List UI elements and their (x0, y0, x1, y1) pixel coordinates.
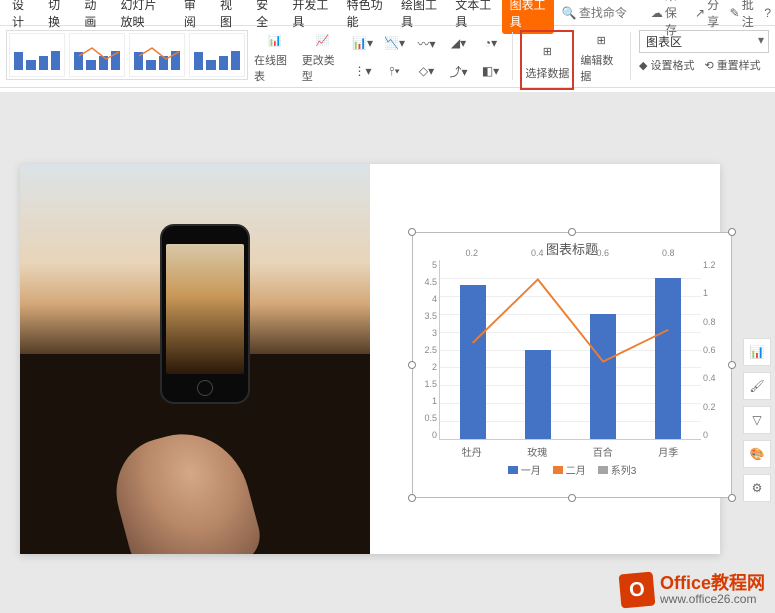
tab-dev[interactable]: 开发工具 (284, 0, 336, 34)
highlight-annotation: ⊞ 选择数据 (520, 30, 574, 90)
chart-color-button[interactable]: 🎨 (743, 440, 771, 468)
search-box[interactable]: 🔍 (562, 6, 649, 20)
chart-elements-icon: 📊 (750, 345, 765, 359)
resize-handle[interactable] (728, 228, 736, 236)
line-series[interactable] (440, 260, 701, 419)
edit-data-button[interactable]: ⊞ 编辑数据 (580, 30, 622, 84)
x-axis-top: 0.20.40.60.8 (439, 248, 701, 258)
watermark: O Office教程网 www.office26.com (620, 573, 765, 607)
plot (439, 260, 701, 440)
line-chart-icon[interactable]: 〰▾ (414, 30, 440, 56)
tab-security[interactable]: 安全 (248, 0, 282, 34)
tab-design[interactable]: 设计 (4, 0, 38, 34)
chart-side-tools: 📊 🖌 ▽ 🎨 ⚙ (743, 338, 771, 502)
tab-special[interactable]: 特色功能 (339, 0, 391, 34)
canvas-area: 图表标题 0.20.40.60.8 54.543.532.521.510.50 … (0, 92, 775, 613)
watermark-title: Office教程网 (660, 574, 765, 594)
ribbon: 📊 在线图表 📈 更改类型 📊▾ 📉▾ 〰▾ ◢▾ ◔▾ ⋮▾ ⫯▾ ◇▾ ⤴▾… (0, 26, 775, 88)
tab-draw[interactable]: 绘图工具 (393, 0, 445, 34)
chart-settings-button[interactable]: ⚙ (743, 474, 771, 502)
resize-handle[interactable] (568, 228, 576, 236)
resize-handle[interactable] (568, 494, 576, 502)
online-chart-icon: 📊 (263, 30, 287, 50)
search-input[interactable] (579, 6, 649, 20)
watermark-logo: O (619, 572, 656, 609)
reset-style-button[interactable]: ⟲ 重置样式 (704, 57, 760, 73)
slide[interactable]: 图表标题 0.20.40.60.8 54.543.532.521.510.50 … (20, 164, 720, 554)
x-axis-labels: 牡丹玫瑰百合月季 (439, 442, 701, 460)
column-chart-icon[interactable]: 📉▾ (382, 30, 408, 56)
style-thumb-2[interactable] (69, 33, 125, 77)
brush-icon: 🖌 (749, 379, 764, 393)
chart-filter-button[interactable]: ▽ (743, 406, 771, 434)
tab-review[interactable]: 审阅 (176, 0, 210, 34)
chart-styles-gallery[interactable] (6, 30, 248, 80)
chart-elements-button[interactable]: 📊 (743, 338, 771, 366)
gear-icon: ⚙ (752, 481, 763, 495)
change-type-icon: 📈 (311, 30, 335, 50)
watermark-url: www.office26.com (660, 593, 765, 606)
style-thumb-4[interactable] (189, 33, 245, 77)
resize-handle[interactable] (728, 361, 736, 369)
tab-bar: 设计 切换 动画 幻灯片放映 审阅 视图 安全 开发工具 特色功能 绘图工具 文… (0, 0, 775, 26)
separator (630, 32, 631, 80)
radar-chart-icon[interactable]: ◇▾ (414, 58, 440, 84)
change-type-button[interactable]: 📈 更改类型 (302, 30, 344, 84)
share-button[interactable]: ↗ 分享 (695, 0, 720, 30)
comment-button[interactable]: ✎ 批注 (730, 0, 755, 30)
style-thumb-3[interactable] (129, 33, 185, 77)
resize-handle[interactable] (728, 494, 736, 502)
help-button[interactable]: ? (764, 6, 771, 20)
resize-handle[interactable] (408, 228, 416, 236)
style-thumb-1[interactable] (9, 33, 65, 77)
chart-type-minis: 📊▾ 📉▾ 〰▾ ◢▾ ◔▾ ⋮▾ ⫯▾ ◇▾ ⤴▾ ◧▾ (350, 30, 504, 84)
edit-data-icon: ⊞ (589, 30, 613, 50)
scatter-chart-icon[interactable]: ⋮▾ (350, 58, 376, 84)
chart-styles-button[interactable]: 🖌 (743, 372, 771, 400)
y-axis-right: 1.210.80.60.40.20 (703, 260, 725, 440)
select-data-icon: ⊞ (535, 39, 559, 63)
tab-chart-tools[interactable]: 图表工具 (502, 0, 554, 34)
tab-view[interactable]: 视图 (212, 0, 246, 34)
online-chart-button[interactable]: 📊 在线图表 (254, 30, 296, 84)
tab-slideshow[interactable]: 幻灯片放映 (112, 0, 173, 34)
chart-object[interactable]: 图表标题 0.20.40.60.8 54.543.532.521.510.50 … (412, 232, 732, 498)
resize-handle[interactable] (408, 494, 416, 502)
tab-text[interactable]: 文本工具 (447, 0, 499, 34)
chart-legend[interactable]: 一月 二月 系列3 (413, 460, 731, 479)
search-icon: 🔍 (562, 6, 577, 20)
bar-chart-icon[interactable]: 📊▾ (350, 30, 376, 56)
ribbon-right-group: 图表区 ◆ 设置格式 ⟲ 重置样式 (639, 30, 769, 73)
stock-chart-icon[interactable]: ⫯▾ (382, 58, 408, 84)
tab-animation[interactable]: 动画 (76, 0, 110, 34)
combo-chart-icon[interactable]: ◧▾ (478, 58, 504, 84)
chart-plot-area[interactable]: 0.20.40.60.8 54.543.532.521.510.50 1.210… (439, 260, 701, 460)
chart-area-dropdown[interactable]: 图表区 (639, 30, 769, 53)
fill-icon: 🎨 (750, 447, 765, 461)
y-axis-left: 54.543.532.521.510.50 (417, 260, 437, 440)
select-data-button[interactable]: ⊞ 选择数据 (523, 33, 571, 87)
pie-chart-icon[interactable]: ◔▾ (478, 30, 504, 56)
area-chart-icon[interactable]: ◢▾ (446, 30, 472, 56)
resize-handle[interactable] (408, 361, 416, 369)
tab-transition[interactable]: 切换 (40, 0, 74, 34)
set-format-button[interactable]: ◆ 设置格式 (639, 57, 694, 73)
slide-photo (20, 164, 370, 554)
filter-icon: ▽ (752, 413, 761, 427)
trend-chart-icon[interactable]: ⤴▾ (446, 58, 472, 84)
separator (512, 32, 513, 80)
